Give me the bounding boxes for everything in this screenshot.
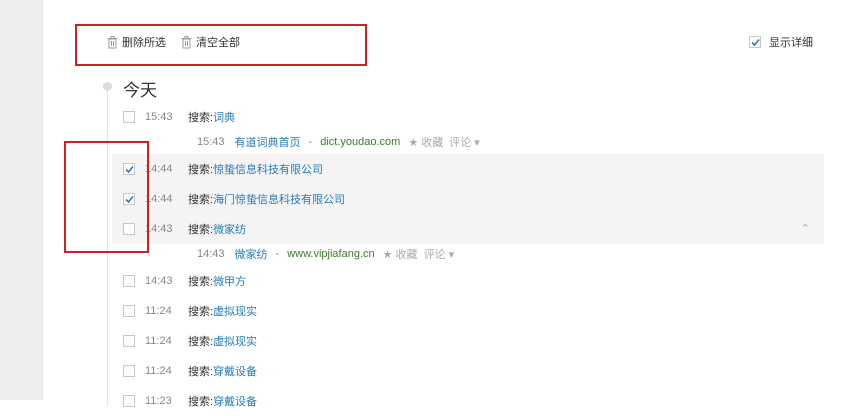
row-keyword-link[interactable]: 穿戴设备 (213, 396, 257, 408)
detail-line: 14:43 微家纺 - www.vipjiafang.cn ★ 收藏 评论 ▾ (197, 244, 454, 264)
delete-selected-button[interactable]: 删除所选 (107, 33, 166, 51)
timeline-dot (103, 82, 112, 91)
row-keyword-link[interactable]: 惊蛰信息科技有限公司 (213, 164, 323, 176)
show-detail-label: 显示详细 (769, 37, 813, 49)
row-checkbox[interactable] (123, 193, 135, 205)
row-title[interactable]: 搜索:海门惊蛰信息科技有限公司 (188, 191, 345, 207)
day-title: 今天 (123, 81, 157, 100)
row-title[interactable]: 搜索:虚拟现实 (188, 303, 257, 319)
chevron-up-icon[interactable]: ⌃ (801, 222, 810, 235)
history-row[interactable]: 11:24 搜索:虚拟现实 (112, 326, 824, 356)
site-domain-link[interactable]: www.vipjiafang.cn (287, 248, 374, 260)
row-keyword-link[interactable]: 微甲方 (213, 276, 246, 288)
history-row[interactable]: 11:23 搜索:穿戴设备 (112, 386, 824, 416)
row-checkbox[interactable] (123, 335, 135, 347)
history-row[interactable]: 14:44 搜索:惊蛰信息科技有限公司 (112, 154, 824, 184)
row-time: 11:24 (145, 305, 172, 317)
row-time: 14:44 (145, 193, 173, 205)
left-gutter (0, 0, 43, 400)
row-prefix: 搜索: (188, 164, 214, 176)
row-time: 14:44 (145, 163, 173, 175)
row-time: 11:24 (145, 335, 172, 347)
history-row[interactable]: 11:24 搜索:穿戴设备 (112, 356, 824, 386)
row-title[interactable]: 搜索:惊蛰信息科技有限公司 (188, 161, 323, 177)
row-title[interactable]: 搜索:微家纺 (188, 221, 246, 237)
clear-all-button[interactable]: 清空全部 (181, 33, 240, 51)
row-title[interactable]: 搜索:微甲方 (188, 273, 246, 289)
detail-time: 15:43 (197, 136, 225, 148)
row-title[interactable]: 搜索:虚拟现实 (188, 333, 257, 349)
row-prefix: 搜索: (188, 112, 214, 124)
row-time: 11:23 (145, 395, 172, 407)
trash-icon (181, 35, 192, 49)
row-title[interactable]: 搜索:穿戴设备 (188, 363, 257, 379)
row-prefix: 搜索: (188, 224, 214, 236)
row-keyword-link[interactable]: 虚拟现实 (213, 336, 257, 348)
trash-icon (107, 35, 118, 49)
check-icon (751, 38, 760, 47)
row-checkbox[interactable] (123, 163, 135, 175)
show-detail-toggle[interactable]: 显示详细 (749, 34, 813, 50)
row-prefix: 搜索: (188, 366, 214, 378)
check-icon (125, 195, 134, 204)
row-title[interactable]: 搜索:穿戴设备 (188, 393, 257, 409)
detail-separator: - (275, 248, 280, 260)
row-checkbox[interactable] (123, 395, 135, 407)
history-row[interactable]: 14:43 搜索:微甲方 (112, 266, 824, 296)
site-title-link[interactable]: 有道词典首页 (235, 134, 301, 150)
clear-all-label: 清空全部 (196, 37, 240, 49)
detail-time: 14:43 (197, 248, 225, 260)
comment-link[interactable]: 评论 ▾ (449, 134, 480, 150)
delete-selected-label: 删除所选 (122, 37, 166, 49)
row-keyword-link[interactable]: 穿戴设备 (213, 366, 257, 378)
check-icon (125, 165, 134, 174)
row-prefix: 搜索: (188, 336, 214, 348)
row-prefix: 搜索: (188, 306, 214, 318)
favorite-link[interactable]: ★ 收藏 (383, 246, 418, 262)
row-title[interactable]: 搜索:词典 (188, 109, 235, 125)
row-time: 11:24 (145, 365, 172, 377)
row-prefix: 搜索: (188, 194, 214, 206)
detail-line: 15:43 有道词典首页 - dict.youdao.com ★ 收藏 评论 ▾ (197, 132, 480, 152)
row-checkbox[interactable] (123, 223, 135, 235)
timeline-line (107, 86, 108, 406)
comment-link[interactable]: 评论 ▾ (424, 246, 455, 262)
row-checkbox[interactable] (123, 365, 135, 377)
row-checkbox[interactable] (123, 111, 135, 123)
row-prefix: 搜索: (188, 396, 214, 408)
row-keyword-link[interactable]: 海门惊蛰信息科技有限公司 (213, 194, 345, 206)
show-detail-checkbox[interactable] (749, 36, 761, 48)
site-domain-link[interactable]: dict.youdao.com (320, 136, 400, 148)
history-row[interactable]: 14:44 搜索:海门惊蛰信息科技有限公司 (112, 184, 824, 214)
row-checkbox[interactable] (123, 305, 135, 317)
history-row[interactable]: 11:24 搜索:虚拟现实 (112, 296, 824, 326)
row-prefix: 搜索: (188, 276, 214, 288)
row-checkbox[interactable] (123, 275, 135, 287)
row-keyword-link[interactable]: 词典 (213, 112, 235, 124)
favorite-link[interactable]: ★ 收藏 (408, 134, 443, 150)
history-row[interactable]: 14:43 搜索:微家纺 ⌃ (112, 214, 824, 244)
history-row[interactable]: 15:43 搜索:词典 (112, 102, 824, 132)
row-keyword-link[interactable]: 微家纺 (213, 224, 246, 236)
row-time: 15:43 (145, 111, 173, 123)
detail-separator: - (308, 136, 313, 148)
row-time: 14:43 (145, 223, 173, 235)
row-keyword-link[interactable]: 虚拟现实 (213, 306, 257, 318)
site-title-link[interactable]: 微家纺 (235, 246, 268, 262)
row-time: 14:43 (145, 275, 173, 287)
